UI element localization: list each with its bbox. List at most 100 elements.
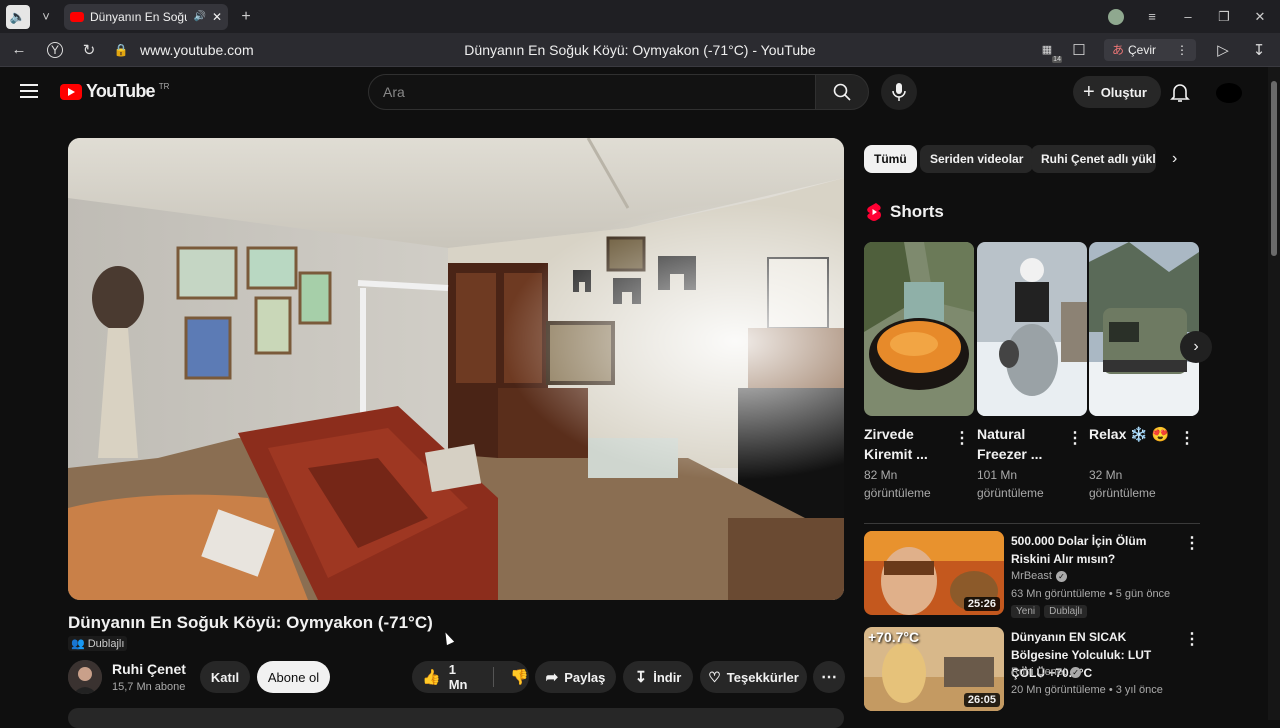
chevron-down-icon[interactable]: ˅ bbox=[34, 5, 58, 29]
join-button[interactable]: Katıl bbox=[200, 661, 250, 693]
video-title: Dünyanın En Soğuk Köyü: Oymyakon (-71°C) bbox=[68, 613, 433, 632]
short-item[interactable]: Zirvede Kiremit ... 82 Mn görüntüleme ⋮ bbox=[864, 242, 974, 500]
bookmark-icon[interactable]: ☐ bbox=[1066, 37, 1092, 63]
subscribe-label: Abone ol bbox=[267, 669, 320, 685]
plus-icon: + bbox=[1083, 80, 1095, 103]
short-title[interactable]: Natural Freezer ... bbox=[977, 424, 1061, 464]
short-thumbnail[interactable] bbox=[864, 242, 974, 416]
thanks-button[interactable]: ♡ Teşekkürler bbox=[700, 661, 807, 693]
user-avatar[interactable] bbox=[1216, 83, 1242, 103]
recommended-menu-icon[interactable]: ⋮ bbox=[1184, 533, 1200, 553]
minimize-icon[interactable]: – bbox=[1176, 5, 1200, 29]
notifications-bell-icon[interactable] bbox=[1168, 80, 1192, 104]
voice-search-button[interactable] bbox=[881, 74, 917, 110]
shorts-next-button[interactable]: › bbox=[1180, 331, 1212, 363]
yandex-icon[interactable]: Y bbox=[42, 37, 68, 63]
browser-tab-bar: 🔈 ˅ Dünyanın En Soğuk Köyü: Oymyakon (-7… bbox=[0, 0, 1280, 33]
chip-series[interactable]: Seriden videolar bbox=[920, 145, 1034, 173]
video-duration: 25:26 bbox=[963, 597, 1000, 611]
tab-close-icon[interactable]: ✕ bbox=[212, 10, 222, 24]
download-label: İndir bbox=[653, 669, 682, 685]
youtube-logo[interactable]: YouTube TR bbox=[60, 81, 169, 102]
short-title[interactable]: Zirvede Kiremit ... bbox=[864, 424, 948, 464]
bookmarks-count: 14 bbox=[1052, 55, 1062, 63]
recommended-title[interactable]: 500.000 Dolar İçin Ölüm Riskini Alır mıs… bbox=[1011, 532, 1179, 568]
short-views: 32 Mn görüntüleme bbox=[1089, 468, 1156, 500]
chip-label: Seriden videolar bbox=[930, 152, 1024, 166]
url-field[interactable]: www.youtube.com bbox=[140, 42, 254, 58]
recommended-channel[interactable]: Ruhi Çenet ✓ bbox=[1011, 666, 1082, 678]
recommended-meta: 20 Mn görüntüleme • 3 yıl önce bbox=[1011, 684, 1163, 696]
address-bar: ← Y ↻ 🔒 www.youtube.com Dünyanın En Soğu… bbox=[0, 33, 1280, 67]
chip-all[interactable]: Tümü bbox=[864, 145, 917, 173]
recommended-video[interactable]: 25:26 500.000 Dolar İçin Ölüm Riskini Al… bbox=[864, 531, 1200, 618]
people-icon: 👥 bbox=[71, 638, 85, 650]
thumbs-down-icon[interactable]: 👎 bbox=[510, 668, 529, 686]
bookmarks-count-icon[interactable]: ▦ 14 bbox=[1034, 37, 1062, 63]
short-thumbnail[interactable] bbox=[1089, 242, 1199, 416]
search-button[interactable] bbox=[815, 74, 869, 110]
short-menu-icon[interactable]: ⋮ bbox=[1179, 428, 1195, 448]
download-button[interactable]: ↧ İndir bbox=[623, 661, 693, 693]
share-icon: ➦ bbox=[545, 669, 559, 686]
recommended-meta: 63 Mn görüntüleme • 5 gün önce bbox=[1011, 588, 1171, 600]
restore-icon[interactable]: ❐ bbox=[1212, 5, 1236, 29]
more-vert-icon[interactable]: ⋮ bbox=[1176, 43, 1188, 57]
channel-avatar[interactable] bbox=[68, 660, 102, 694]
new-tab-icon[interactable]: + bbox=[234, 5, 258, 29]
like-divider bbox=[493, 667, 495, 687]
chevron-right-icon: › bbox=[1193, 338, 1199, 355]
shorts-heading: Shorts bbox=[866, 202, 944, 222]
channel-label: Ruhi Çenet bbox=[1011, 666, 1067, 678]
create-button[interactable]: + Oluştur bbox=[1073, 76, 1161, 108]
scrollbar-thumb[interactable] bbox=[1271, 81, 1277, 256]
like-button[interactable]: 👍 1 Mn bbox=[422, 662, 475, 692]
share-button[interactable]: ➦ Paylaş bbox=[535, 661, 616, 693]
translate-label: Çevir bbox=[1127, 42, 1156, 57]
download-arrow-icon: ↧ bbox=[634, 669, 648, 686]
more-actions-button[interactable]: ⋯ bbox=[813, 661, 845, 693]
short-views: 82 Mn görüntüleme bbox=[864, 468, 931, 500]
subscriber-count: 15,7 Mn abone bbox=[112, 681, 186, 693]
back-icon[interactable]: ← bbox=[6, 37, 32, 63]
short-thumbnail[interactable] bbox=[977, 242, 1087, 416]
recommended-badges: Yeni Dublajlı bbox=[1011, 605, 1088, 618]
microphone-icon bbox=[892, 83, 906, 101]
chip-uploader[interactable]: Ruhi Çenet adlı yükleyici bbox=[1031, 145, 1156, 173]
recommended-menu-icon[interactable]: ⋮ bbox=[1184, 629, 1200, 649]
recommended-channel[interactable]: MrBeast ✓ bbox=[1011, 570, 1067, 582]
browser-tab[interactable]: Dünyanın En Soğuk Köyü: Oymyakon (-71°C)… bbox=[64, 3, 228, 30]
like-count: 1 Mn bbox=[448, 662, 468, 692]
dubbed-badge: 👥 Dublajlı bbox=[68, 636, 128, 651]
verified-check-icon: ✓ bbox=[1070, 666, 1082, 678]
short-menu-icon[interactable]: ⋮ bbox=[954, 428, 970, 448]
chip-label: Ruhi Çenet adlı yükleyici bbox=[1041, 152, 1156, 166]
translate-button[interactable]: あ Çevir ⋮ bbox=[1103, 38, 1196, 61]
chips-next-icon[interactable]: › bbox=[1172, 150, 1177, 168]
video-duration: 26:05 bbox=[963, 693, 1000, 707]
channel-name[interactable]: Ruhi Çenet bbox=[112, 661, 186, 677]
hamburger-menu-icon[interactable] bbox=[20, 84, 38, 102]
subscribe-button[interactable]: Abone ol bbox=[257, 661, 330, 693]
page-scrollbar[interactable] bbox=[1268, 67, 1280, 720]
recommended-thumbnail[interactable]: +70.7°C 26:05 bbox=[864, 627, 1004, 711]
short-item[interactable]: Relax ❄️ 😍 32 Mn görüntüleme ⋮ bbox=[1089, 242, 1199, 500]
short-item[interactable]: Natural Freezer ... 101 Mn görüntüleme ⋮ bbox=[977, 242, 1087, 500]
short-title[interactable]: Relax ❄️ 😍 bbox=[1089, 424, 1173, 444]
speaker-icon[interactable]: 🔈 bbox=[6, 4, 30, 29]
close-window-icon[interactable]: ✕ bbox=[1248, 5, 1272, 29]
menu-icon[interactable]: ≡ bbox=[1140, 5, 1164, 29]
video-player[interactable] bbox=[68, 138, 844, 600]
extension-icon[interactable] bbox=[1104, 5, 1128, 29]
channel-label: MrBeast bbox=[1011, 570, 1052, 582]
recommended-video[interactable]: +70.7°C 26:05 Dünyanın EN SICAK Bölgesin… bbox=[864, 627, 1200, 713]
recommended-thumbnail[interactable]: 25:26 bbox=[864, 531, 1004, 615]
search-input[interactable]: Ara bbox=[368, 74, 816, 110]
description-box[interactable] bbox=[68, 708, 844, 728]
download-icon[interactable]: ↧ bbox=[1246, 37, 1272, 63]
reload-icon[interactable]: ↻ bbox=[76, 37, 102, 63]
mouse-cursor bbox=[441, 630, 455, 646]
video-popout-icon[interactable]: ▷ bbox=[1210, 37, 1236, 63]
audio-icon: 🔊 bbox=[193, 11, 206, 22]
short-menu-icon[interactable]: ⋮ bbox=[1067, 428, 1083, 448]
